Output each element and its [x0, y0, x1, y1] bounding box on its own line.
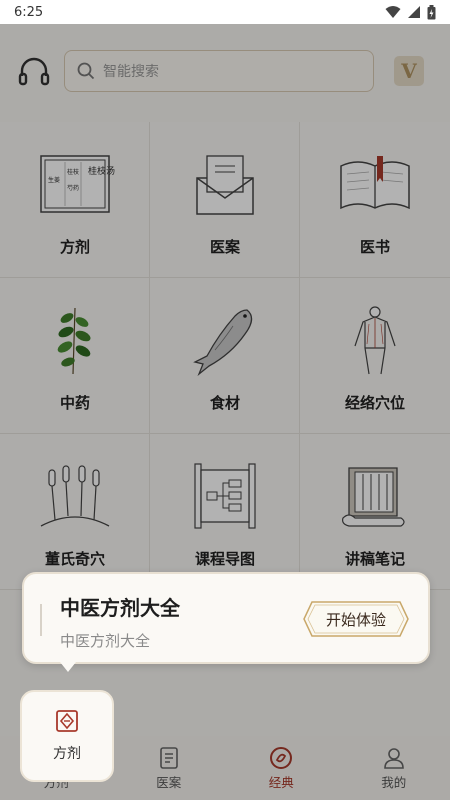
highlighted-tab-formula[interactable]: 方剂: [20, 690, 114, 782]
popup-title: 中医方剂大全: [60, 596, 180, 620]
status-time: 6:25: [14, 4, 44, 20]
start-experience-button[interactable]: 开始体验: [302, 600, 410, 638]
status-icons: [385, 4, 436, 20]
status-bar: 6:25: [0, 0, 450, 24]
start-experience-label: 开始体验: [325, 610, 386, 629]
onboarding-popup: 中医方剂大全 中医方剂大全 开始体验: [22, 572, 430, 664]
popup-divider: [40, 604, 42, 636]
formula-icon: [56, 710, 78, 732]
wifi-icon: [385, 6, 401, 18]
popup-subtitle: 中医方剂大全: [60, 632, 151, 650]
highlighted-tab-label: 方剂: [53, 746, 81, 762]
popup-pointer: [60, 662, 76, 672]
battery-icon: [427, 4, 436, 19]
onboarding-overlay[interactable]: [0, 24, 450, 800]
signal-icon: [408, 6, 420, 18]
